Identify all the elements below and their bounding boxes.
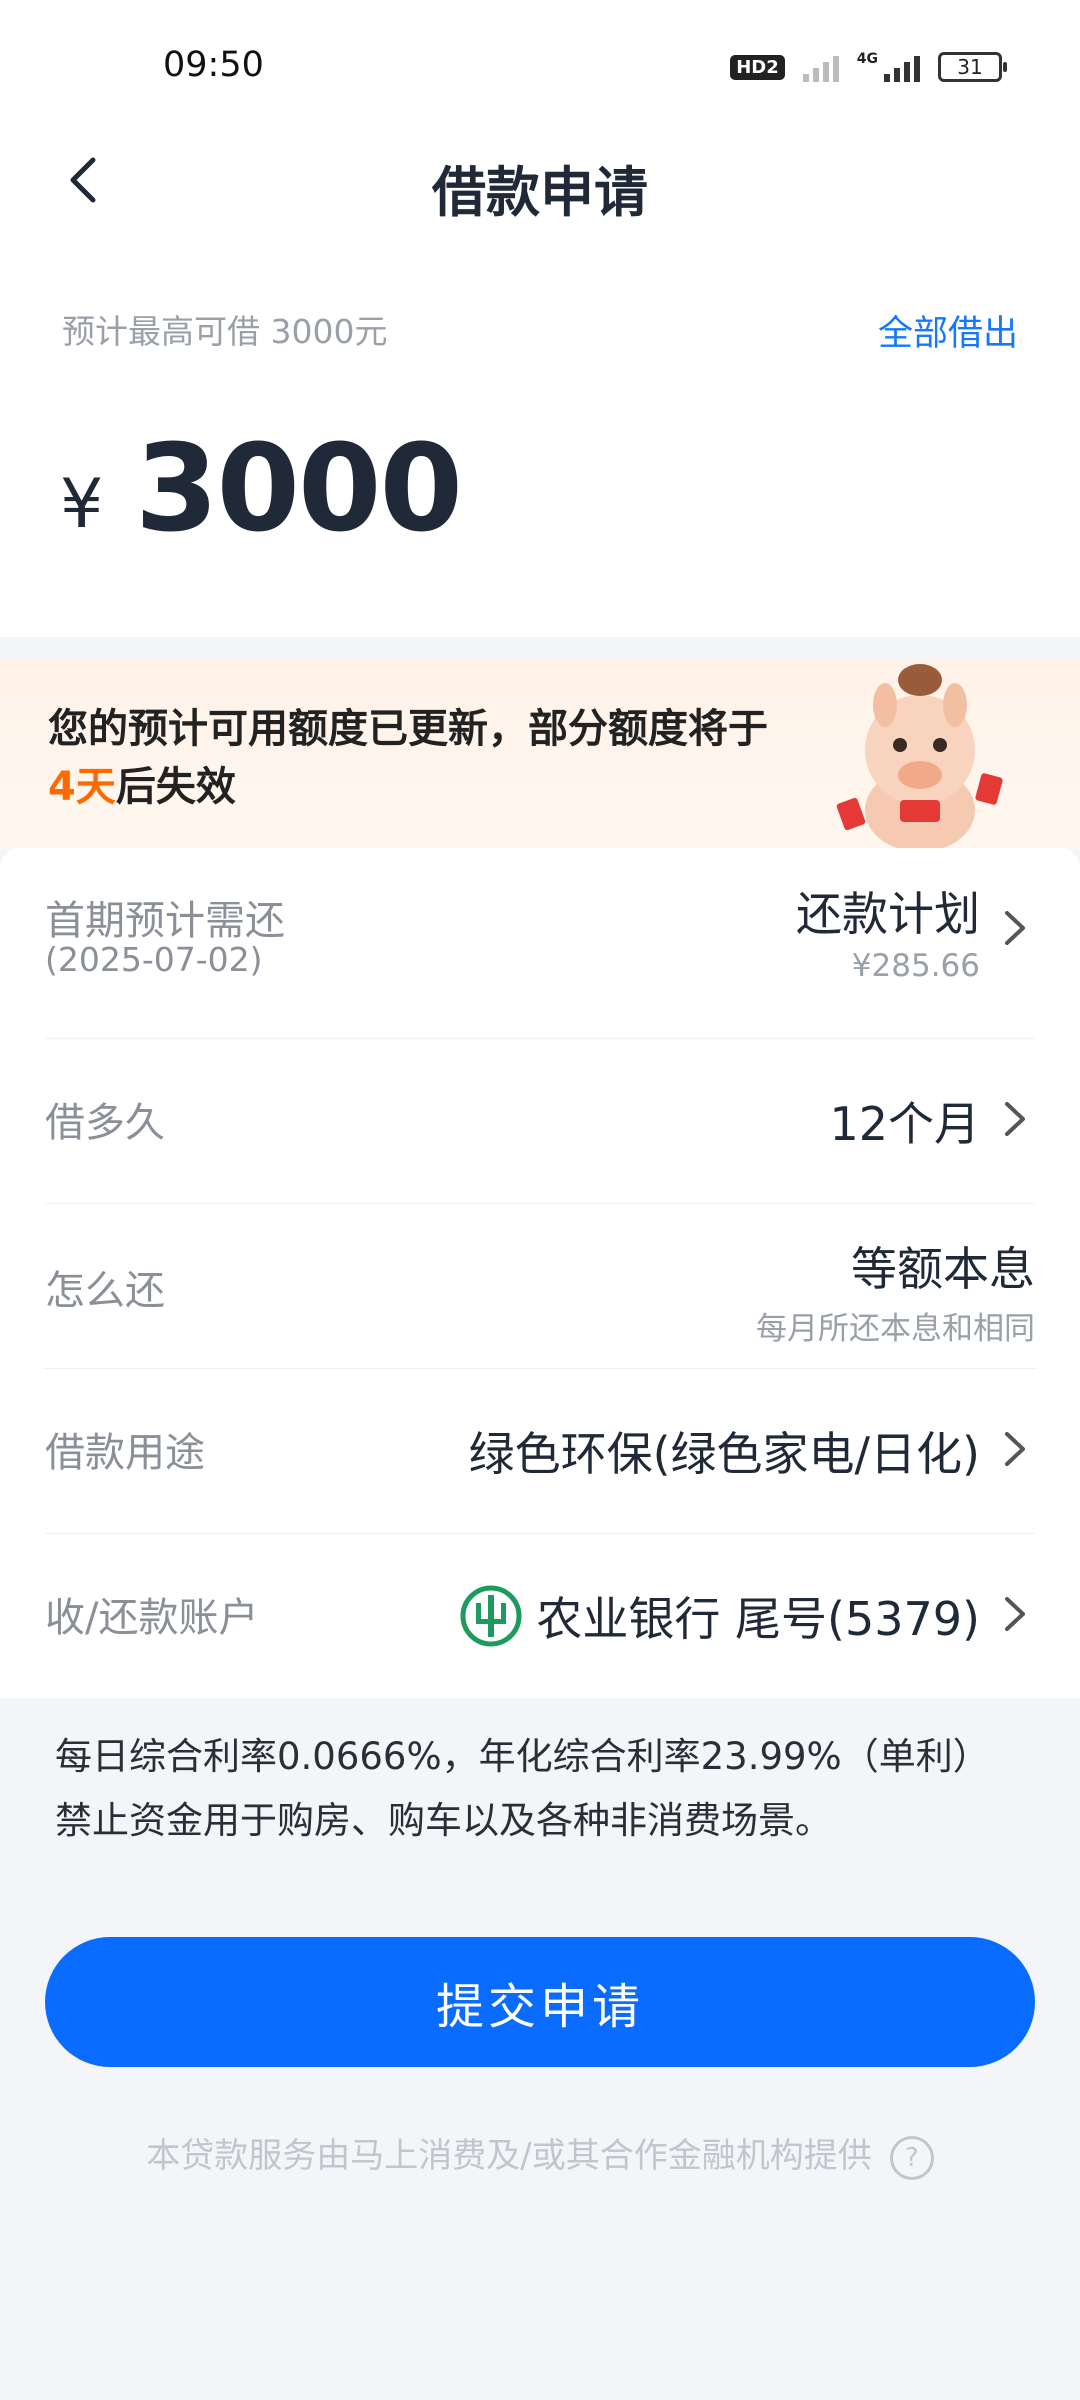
- purpose-value[interactable]: 绿色环保(绿色家电/日化): [469, 1418, 980, 1484]
- nav-bar: 借款申请: [0, 130, 1080, 230]
- provider-text: 本贷款服务由马上消费及/或其合作金融机构提供: [146, 2136, 872, 2176]
- max-limit-hint: 预计最高可借 3000元: [62, 312, 388, 351]
- first-payment-row[interactable]: 首期预计需还 (2025-07-02) 还款计划 ¥285.66: [45, 878, 1035, 1039]
- chevron-right-icon: [1005, 1102, 1025, 1136]
- currency-symbol: ¥: [60, 465, 104, 544]
- status-icons: HD2 4G 31: [730, 51, 1007, 82]
- battery-icon: 31: [938, 52, 1007, 82]
- notice-text: 您的预计可用额度已更新，部分额度将于4天后失效: [48, 706, 768, 810]
- first-payment-label: 首期预计需还: [45, 898, 285, 944]
- loan-details-card: 首期预计需还 (2025-07-02) 还款计划 ¥285.66 借多久 12个…: [0, 848, 1080, 1698]
- borrow-all-link[interactable]: 全部借出: [878, 305, 1018, 356]
- page-title: 借款申请: [432, 161, 648, 224]
- term-label: 借多久: [45, 1100, 165, 1146]
- rate-line: 每日综合利率0.0666%，年化综合利率23.99%（单利）: [55, 1735, 990, 1778]
- signal-icon-sim2: [884, 52, 920, 82]
- first-payment-date: (2025-07-02): [45, 940, 263, 979]
- limit-update-notice: 您的预计可用额度已更新，部分额度将于4天后失效: [0, 660, 1080, 852]
- network-type: 4G: [856, 51, 878, 67]
- status-time: 09:50: [163, 45, 264, 85]
- submit-application-button[interactable]: 提交申请: [45, 1937, 1035, 2067]
- term-row[interactable]: 借多久 12个月: [45, 1038, 1035, 1204]
- account-row[interactable]: 收/还款账户 农业银行 尾号(5379): [45, 1533, 1035, 1698]
- purpose-label: 借款用途: [45, 1430, 205, 1476]
- service-provider-footer: 本贷款服务由马上消费及/或其合作金融机构提供?: [0, 2128, 1080, 2180]
- usage-restriction-line: 禁止资金用于购房、购车以及各种非消费场景。: [55, 1799, 832, 1842]
- chevron-right-icon: [1005, 911, 1025, 945]
- repay-method-row: 怎么还 等额本息 每月所还本息和相同: [45, 1203, 1035, 1369]
- account-label: 收/还款账户: [45, 1595, 259, 1641]
- repay-method-label: 怎么还: [45, 1268, 165, 1314]
- account-bank-text: 农业银行 尾号(5379): [536, 1592, 980, 1646]
- first-payment-amount: ¥285.66: [851, 948, 980, 984]
- notice-days-highlight: 4天: [48, 764, 116, 810]
- repay-method-value: 等额本息: [851, 1242, 1035, 1296]
- signal-icon-sim1: [802, 52, 839, 82]
- chevron-right-icon: [1005, 1432, 1025, 1466]
- chevron-right-icon: [1005, 1597, 1025, 1631]
- account-value[interactable]: 农业银行 尾号(5379): [460, 1583, 980, 1649]
- term-value[interactable]: 12个月: [829, 1088, 980, 1154]
- help-icon[interactable]: ?: [889, 2135, 934, 2180]
- purpose-row[interactable]: 借款用途 绿色环保(绿色家电/日化): [45, 1368, 1035, 1534]
- horse-mascot-illustration: [836, 664, 1003, 852]
- loan-amount-input[interactable]: 3000: [135, 420, 463, 559]
- rate-disclosure: 每日综合利率0.0666%，年化综合利率23.99%（单利） 禁止资金用于购房、…: [55, 1725, 1045, 1853]
- header-section: 09:50 HD2 4G 31 借款申请 预计最高可借 3000元 全部借出 ¥…: [0, 0, 1080, 637]
- repayment-plan-link[interactable]: 还款计划: [796, 878, 980, 944]
- hd-badge: HD2: [730, 54, 785, 80]
- abc-bank-logo-icon: [460, 1585, 522, 1647]
- repay-method-desc: 每月所还本息和相同: [756, 1311, 1035, 1347]
- status-bar: 09:50 HD2 4G 31: [0, 0, 1080, 130]
